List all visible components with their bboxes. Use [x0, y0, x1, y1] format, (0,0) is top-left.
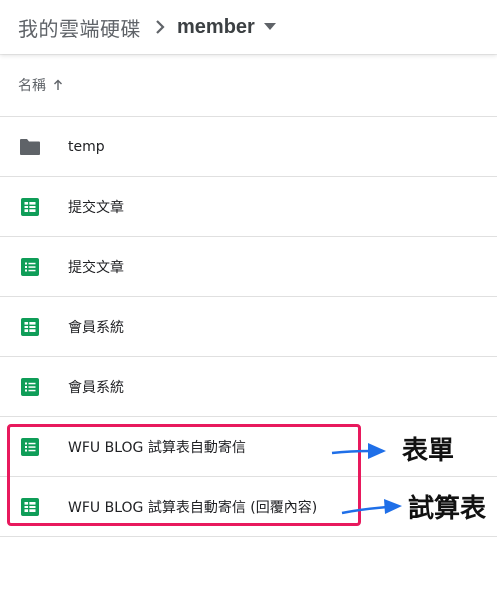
forms-icon [18, 255, 42, 279]
file-name: 會員系統 [68, 319, 124, 336]
file-name: 提交文章 [68, 259, 124, 276]
breadcrumb-root-my-drive[interactable]: 我的雲端硬碟 [18, 13, 141, 42]
file-name: 會員系統 [68, 379, 124, 396]
name-column-header[interactable]: 名稱 [0, 54, 497, 117]
sheets-icon [18, 195, 42, 219]
annotation-sheet-label: 試算表 [408, 494, 487, 524]
file-name: temp [68, 138, 105, 155]
file-row-temp[interactable]: temp [0, 117, 497, 177]
annotation-form-label: 表單 [402, 436, 455, 466]
name-column-label: 名稱 [18, 78, 46, 94]
file-row[interactable]: 會員系統 [0, 297, 497, 357]
file-name: 提交文章 [68, 199, 124, 216]
file-list: temp 提交文章 提交文章 會員系統 會員系統 WFU BLOG 試算表自動寄… [0, 117, 497, 537]
file-row[interactable]: 會員系統 [0, 357, 497, 417]
file-row[interactable]: 提交文章 [0, 237, 497, 297]
sheets-icon [18, 315, 42, 339]
caret-down-icon[interactable] [263, 20, 277, 34]
breadcrumb: 我的雲端硬碟 member [0, 0, 497, 54]
file-name: WFU BLOG 試算表自動寄信 (回覆內容) [68, 499, 318, 516]
forms-icon [18, 375, 42, 399]
file-row[interactable]: 提交文章 [0, 177, 497, 237]
forms-icon [18, 435, 42, 459]
arrow-right-icon [331, 443, 386, 459]
chevron-right-icon [149, 16, 171, 38]
folder-icon [18, 135, 42, 159]
file-name: WFU BLOG 試算表自動寄信 [68, 439, 246, 456]
arrow-right-icon [341, 499, 402, 515]
breadcrumb-current-folder[interactable]: member [177, 16, 255, 39]
sort-ascending-arrow-icon[interactable] [52, 78, 64, 92]
sheets-icon [18, 495, 42, 519]
